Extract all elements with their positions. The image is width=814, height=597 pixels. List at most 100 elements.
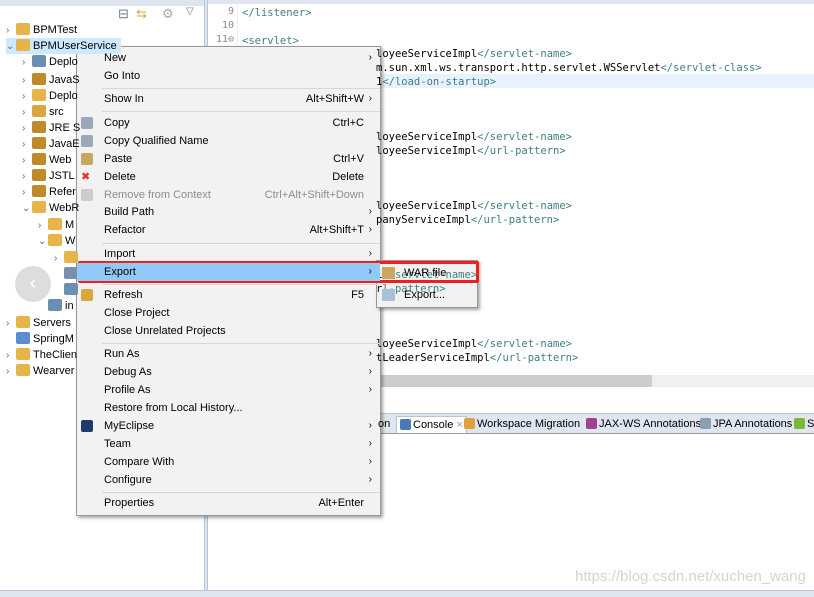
- tree-item-label: JavaE: [49, 138, 80, 150]
- chevron-right-icon[interactable]: ›: [6, 316, 16, 332]
- menu-separator: [102, 284, 380, 285]
- menu-item-paste[interactable]: Paste Ctrl+V: [77, 150, 380, 168]
- menu-item-export[interactable]: Export ›: [77, 263, 380, 281]
- tree-item[interactable]: › src: [22, 104, 64, 120]
- menu-item-shortcut: Ctrl+Alt+Shift+Down: [264, 189, 364, 201]
- chevron-right-icon[interactable]: ›: [22, 185, 32, 201]
- back-button[interactable]: ‹: [15, 266, 51, 302]
- chevron-down-icon[interactable]: ⌄: [6, 39, 16, 55]
- close-icon[interactable]: ×: [456, 419, 462, 431]
- tree-item[interactable]: › Deplo: [22, 54, 78, 70]
- menu-item-go-into[interactable]: Go Into: [77, 67, 380, 85]
- chevron-right-icon[interactable]: ›: [22, 73, 32, 89]
- tree-item-label: SpringM: [33, 333, 74, 345]
- tree-item[interactable]: ⌄ W: [38, 233, 75, 249]
- menu-item-import[interactable]: Import ›: [77, 245, 380, 263]
- tree-item[interactable]: › JavaE: [22, 136, 80, 152]
- chevron-right-icon[interactable]: ›: [54, 251, 64, 267]
- tree-item[interactable]: › M: [38, 217, 74, 233]
- code-tag: </url-pattern>: [470, 214, 560, 226]
- submenu-item-war-file[interactable]: WAR file: [377, 263, 477, 283]
- chevron-right-icon[interactable]: ›: [38, 218, 48, 234]
- tree-item[interactable]: › Refer: [22, 184, 76, 200]
- menu-item-label: New: [104, 52, 127, 64]
- link-editor-icon[interactable]: ⇆: [136, 6, 147, 22]
- tree-item[interactable]: › JSTL: [22, 168, 75, 184]
- chevron-right-icon[interactable]: ›: [22, 169, 32, 185]
- tab-jax-ws-annotations[interactable]: JAX-WS Annotations: [586, 416, 701, 433]
- menu-item-shortcut: F5: [351, 289, 364, 301]
- project-icon: [64, 283, 78, 295]
- chevron-right-icon[interactable]: ›: [22, 105, 32, 121]
- code-tag: </servlet-name>: [477, 200, 572, 212]
- tree-item-label: Deplo: [49, 56, 78, 68]
- filter-icon[interactable]: ⚙: [162, 6, 174, 22]
- tree-item[interactable]: › Web: [22, 152, 71, 168]
- tab-s[interactable]: S: [794, 416, 814, 433]
- chevron-down-icon[interactable]: ⌄: [38, 234, 48, 250]
- menu-item-copy[interactable]: Copy Ctrl+C: [77, 114, 380, 132]
- menu-item-restore-from-local-history[interactable]: Restore from Local History...: [77, 399, 380, 417]
- menu-item-remove-from-context[interactable]: Remove from Context Ctrl+Alt+Shift+Down: [77, 186, 380, 204]
- project-icon: [16, 39, 30, 51]
- tree-item-label: src: [49, 106, 64, 118]
- menu-item-label: Profile As: [104, 384, 151, 396]
- tab-console[interactable]: Console ×: [396, 416, 467, 433]
- chevron-right-icon[interactable]: ›: [22, 153, 32, 169]
- menu-item-close-unrelated-projects[interactable]: Close Unrelated Projects: [77, 322, 380, 340]
- tab-label: JPA Annotations: [713, 418, 793, 430]
- chevron-right-icon[interactable]: ›: [6, 23, 16, 39]
- tree-item[interactable]: › Servers: [6, 315, 71, 331]
- tab-jpa-annotations[interactable]: JPA Annotations: [700, 416, 792, 433]
- tree-item[interactable]: ⌄ WebR: [22, 200, 79, 216]
- tree-item[interactable]: › Deplo: [22, 88, 78, 104]
- menu-item-show-in[interactable]: Show In Alt+Shift+W ›: [77, 90, 380, 108]
- chevron-right-icon[interactable]: ›: [22, 89, 32, 105]
- code-tag: <servlet>: [242, 35, 299, 47]
- tree-item[interactable]: in: [38, 298, 74, 314]
- tree-item[interactable]: › BPMTest: [6, 22, 77, 38]
- tab-workspace-migration[interactable]: Workspace Migration: [464, 416, 580, 433]
- chevron-right-icon[interactable]: ›: [22, 137, 32, 153]
- project-icon: [32, 153, 46, 165]
- chevron-down-icon[interactable]: ⌄: [22, 201, 32, 217]
- chevron-right-icon[interactable]: ›: [6, 364, 16, 380]
- chevron-right-icon: ›: [368, 456, 372, 467]
- chevron-right-icon[interactable]: ›: [6, 348, 16, 364]
- code-text: loyeeServiceImpl: [376, 131, 478, 143]
- menu-item-run-as[interactable]: Run As ›: [77, 345, 380, 363]
- project-icon: [32, 105, 46, 117]
- view-menu-icon[interactable]: ▽: [186, 6, 194, 17]
- menu-item-delete[interactable]: ✖ Delete Delete: [77, 168, 380, 186]
- chevron-right-icon: ›: [368, 266, 372, 277]
- menu-item-refactor[interactable]: Refactor Alt+Shift+T ›: [77, 221, 380, 239]
- menu-item-build-path[interactable]: Build Path ›: [77, 203, 380, 221]
- chevron-right-icon: ›: [368, 248, 372, 259]
- menu-item-myeclipse[interactable]: MyEclipse ›: [77, 417, 380, 435]
- tree-item[interactable]: SpringM: [6, 331, 74, 347]
- menu-item-configure[interactable]: Configure ›: [77, 471, 380, 489]
- tree-item[interactable]: › TheClien: [6, 347, 77, 363]
- menu-item-new[interactable]: New ›: [77, 49, 380, 67]
- tree-item[interactable]: › JavaS: [22, 72, 80, 88]
- menu-item-team[interactable]: Team ›: [77, 435, 380, 453]
- chevron-right-icon[interactable]: ›: [22, 121, 32, 137]
- tree-item[interactable]: › Wearver: [6, 363, 74, 379]
- submenu-item-export-wizard[interactable]: Export...: [377, 285, 477, 305]
- menu-item-refresh[interactable]: Refresh F5: [77, 286, 380, 304]
- tree-item[interactable]: › JRE S: [22, 120, 80, 136]
- menu-item-compare-with[interactable]: Compare With ›: [77, 453, 380, 471]
- collapse-all-icon[interactable]: ⊟: [118, 6, 129, 22]
- code-tag: </servlet-name>: [477, 131, 572, 143]
- scrollbar-thumb[interactable]: [376, 375, 652, 387]
- menu-item-close-project[interactable]: Close Project: [77, 304, 380, 322]
- menu-item-profile-as[interactable]: Profile As ›: [77, 381, 380, 399]
- code-tag: </url-pattern>: [477, 145, 566, 157]
- menu-item-debug-as[interactable]: Debug As ›: [77, 363, 380, 381]
- menu-item-properties[interactable]: Properties Alt+Enter: [77, 494, 380, 512]
- project-icon: [64, 267, 78, 279]
- chevron-right-icon[interactable]: ›: [22, 55, 32, 71]
- menu-item-shortcut: Ctrl+V: [333, 153, 364, 165]
- code-text: loyeeServiceImpl: [376, 145, 478, 157]
- menu-item-copy-qualified-name[interactable]: Copy Qualified Name: [77, 132, 380, 150]
